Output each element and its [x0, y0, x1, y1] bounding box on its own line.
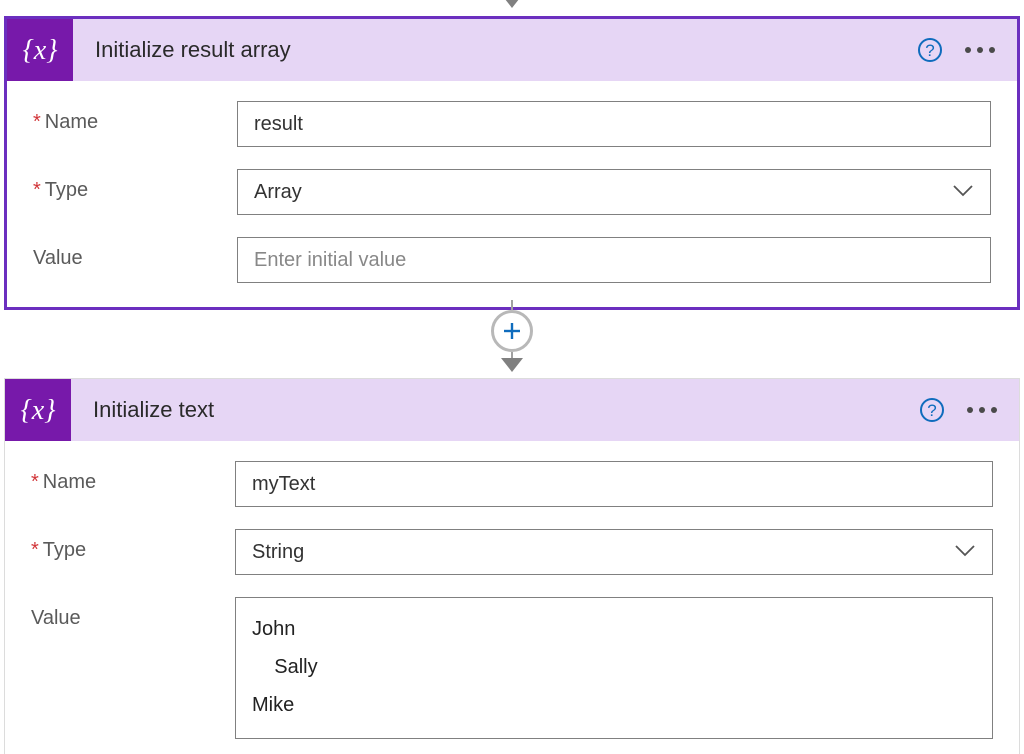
svg-text:?: ?: [927, 401, 936, 420]
field-row-value: Value John Sally Mike: [31, 597, 993, 739]
flow-canvas: {x} Initialize result array ? *Name *Typ…: [0, 0, 1024, 754]
chevron-down-icon: [954, 541, 976, 564]
field-label-name: *Name: [31, 461, 235, 494]
connector: [491, 300, 533, 377]
field-label-value: Value: [31, 597, 235, 630]
card-header[interactable]: {x} Initialize text ?: [5, 379, 1019, 441]
action-card-initialize-result-array[interactable]: {x} Initialize result array ? *Name *Typ…: [4, 16, 1020, 310]
select-value: Array: [254, 181, 952, 204]
type-select[interactable]: String: [235, 529, 993, 575]
variable-icon: {x}: [5, 379, 71, 441]
field-row-value: Value: [33, 237, 991, 283]
type-select[interactable]: Array: [237, 169, 991, 215]
svg-text:?: ?: [925, 41, 934, 60]
help-icon[interactable]: ?: [917, 395, 947, 425]
card-body: *Name *Type Array Value: [7, 81, 1017, 307]
more-menu-icon[interactable]: [965, 401, 999, 419]
name-input[interactable]: [237, 101, 991, 147]
more-menu-icon[interactable]: [963, 41, 997, 59]
field-label-value: Value: [33, 237, 237, 270]
card-body: *Name *Type String Value John Sally Mike: [5, 441, 1019, 754]
card-title: Initialize text: [71, 397, 917, 423]
field-row-type: *Type String: [31, 529, 993, 575]
action-card-initialize-text[interactable]: {x} Initialize text ? *Name *Type: [4, 378, 1020, 754]
value-textarea[interactable]: John Sally Mike: [235, 597, 993, 739]
help-icon[interactable]: ?: [915, 35, 945, 65]
field-row-type: *Type Array: [33, 169, 991, 215]
connector-line: [511, 300, 513, 310]
field-label-type: *Type: [33, 169, 237, 202]
field-row-name: *Name: [33, 101, 991, 147]
variable-icon: {x}: [7, 19, 73, 81]
field-label-type: *Type: [31, 529, 235, 562]
card-header[interactable]: {x} Initialize result array ?: [7, 19, 1017, 81]
svg-text:{x}: {x}: [21, 395, 56, 426]
connector-arrow-down-icon: [501, 358, 523, 377]
field-label-name: *Name: [33, 101, 237, 134]
chevron-down-icon: [952, 181, 974, 204]
card-title: Initialize result array: [73, 37, 915, 63]
value-input[interactable]: [237, 237, 991, 283]
connector-arrow-top: [501, 0, 523, 13]
svg-text:{x}: {x}: [23, 35, 58, 66]
add-step-button[interactable]: [491, 310, 533, 352]
name-input[interactable]: [235, 461, 993, 507]
select-value: String: [252, 541, 954, 564]
field-row-name: *Name: [31, 461, 993, 507]
